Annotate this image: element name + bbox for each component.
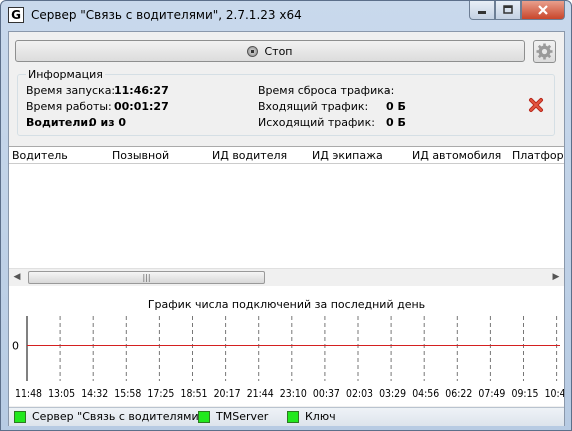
x-tick-label: 02:03 — [346, 387, 373, 400]
column-header-driver[interactable]: Водитель — [12, 149, 68, 162]
status-bar: Сервер "Связь с водителями" TMServer Клю… — [9, 407, 564, 426]
client-area: Стоп Информация Время запуска: 11:46:27 … — [8, 31, 565, 426]
table-header: Водитель Позывной ИД водителя ИД экипажа… — [9, 147, 564, 164]
gear-icon — [536, 43, 553, 60]
stop-button[interactable]: Стоп — [15, 40, 525, 62]
column-header-platform[interactable]: Платформа — [512, 149, 564, 162]
start-time-label: Время запуска: — [26, 84, 116, 97]
x-tick-label: 06:22 — [445, 387, 472, 400]
x-tick-label: 13:05 — [48, 387, 75, 400]
column-header-driver-id[interactable]: ИД водителя — [212, 149, 287, 162]
status-led-server — [14, 410, 26, 423]
status-label-server: Сервер "Связь с водителями" — [32, 410, 204, 423]
incoming-traffic-label: Входящий трафик: — [258, 100, 369, 113]
stop-icon — [247, 45, 259, 57]
info-legend: Информация — [26, 68, 105, 81]
outgoing-traffic-label: Исходящий трафик: — [258, 116, 375, 129]
status-led-tmserver — [198, 410, 210, 423]
stop-button-label: Стоп — [264, 44, 293, 58]
x-tick-label: 21:44 — [247, 387, 274, 400]
outgoing-traffic-value: 0 Б — [386, 116, 406, 129]
scrollbar-thumb[interactable]: ||| — [28, 271, 265, 284]
maximize-button[interactable] — [495, 1, 521, 20]
column-header-crew-id[interactable]: ИД экипажа — [312, 149, 383, 162]
minimize-icon — [478, 11, 486, 14]
drivers-value: 0 из 0 — [89, 116, 127, 129]
x-tick-label: 14:32 — [81, 387, 108, 400]
status-label-key: Ключ — [305, 410, 336, 423]
chart-canvas: 0 11:48 13:05 14:32 15:58 17:25 18:51 20:17 21:4… — [12, 316, 564, 400]
main-window: G Сервер "Связь с водителями", 2.7.1.23 … — [0, 0, 572, 431]
drivers-table[interactable]: Водитель Позывной ИД водителя ИД экипажа… — [9, 146, 564, 285]
status-item-key: Ключ — [287, 410, 336, 423]
window-title: Сервер "Связь с водителями", 2.7.1.23 x6… — [31, 8, 302, 22]
incoming-traffic-value: 0 Б — [386, 100, 406, 113]
window-controls — [469, 1, 565, 21]
column-header-callsign[interactable]: Позывной — [112, 149, 169, 162]
x-tick-label: 10:41 — [545, 387, 564, 400]
x-tick-label: 07:49 — [478, 387, 505, 400]
status-item-server: Сервер "Связь с водителями" — [14, 410, 204, 423]
status-led-key — [287, 410, 299, 423]
close-icon — [538, 5, 548, 15]
x-tick-label: 17:25 — [147, 387, 174, 400]
scroll-left-icon[interactable]: ◀ — [12, 272, 22, 282]
x-tick-label: 03:29 — [379, 387, 406, 400]
x-tick-label: 18:51 — [181, 387, 208, 400]
connections-chart: График числа подключений за последний де… — [9, 286, 564, 406]
uptime-label: Время работы: — [26, 100, 112, 113]
delete-icon[interactable] — [528, 97, 544, 113]
x-tick-label: 11:48 — [15, 387, 42, 400]
column-header-vehicle-id[interactable]: ИД автомобиля — [412, 149, 501, 162]
start-time-value: 11:46:27 — [114, 84, 169, 97]
info-group: Информация Время запуска: 11:46:27 Время… — [17, 68, 555, 136]
drivers-label: Водители: — [26, 116, 93, 129]
minimize-button[interactable] — [469, 1, 495, 20]
settings-button[interactable] — [533, 40, 556, 63]
close-button[interactable] — [521, 1, 565, 20]
status-item-tmserver: TMServer — [198, 410, 268, 423]
uptime-value: 00:01:27 — [114, 100, 169, 113]
maximize-icon — [503, 5, 513, 14]
app-icon: G — [8, 7, 24, 23]
y-tick-label: 0 — [12, 340, 19, 353]
traffic-reset-label: Время сброса трафика: — [258, 84, 395, 97]
status-label-tmserver: TMServer — [216, 410, 269, 423]
x-tick-label: 15:58 — [114, 387, 141, 400]
x-tick-label: 00:37 — [313, 387, 340, 400]
x-tick-label: 20:17 — [214, 387, 241, 400]
traffic-reset-value: - — [386, 84, 390, 97]
x-tick-label: 23:10 — [280, 387, 307, 400]
x-tick-label: 04:56 — [412, 387, 439, 400]
horizontal-scrollbar[interactable]: ◀ ||| ▶ — [9, 268, 564, 285]
title-bar[interactable]: G Сервер "Связь с водителями", 2.7.1.23 … — [1, 1, 571, 29]
scroll-right-icon[interactable]: ▶ — [551, 272, 561, 282]
x-tick-label: 09:15 — [512, 387, 539, 400]
